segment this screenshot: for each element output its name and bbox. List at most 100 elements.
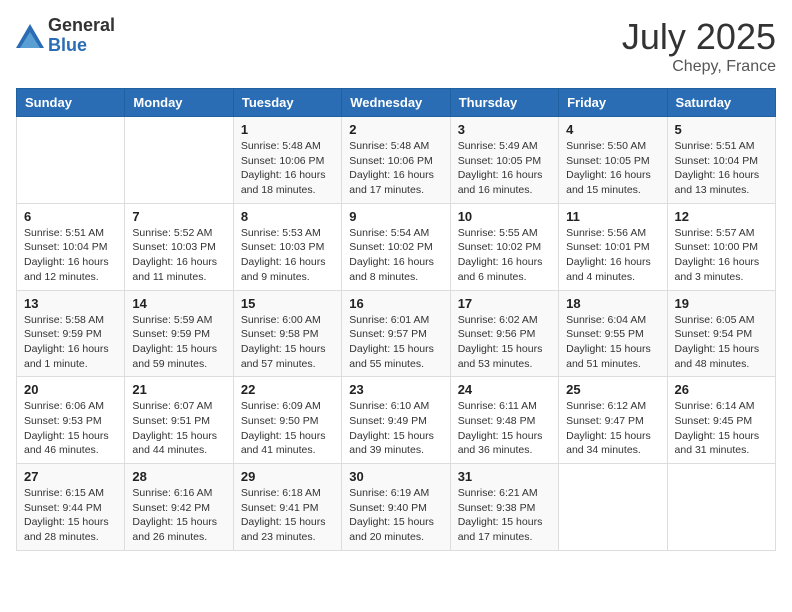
day-detail: Sunrise: 5:55 AM Sunset: 10:02 PM Daylig… [458,226,551,285]
day-number: 14 [132,296,225,311]
day-cell: 7 Sunrise: 5:52 AM Sunset: 10:03 PM Dayli… [125,203,233,290]
day-cell [17,117,125,204]
day-cell: 29 Sunrise: 6:18 AM Sunset: 9:41 PM Dayli… [233,464,341,551]
week-row-4: 20 Sunrise: 6:06 AM Sunset: 9:53 PM Dayli… [17,377,776,464]
day-detail: Sunrise: 6:05 AM Sunset: 9:54 PM Dayligh… [675,313,768,372]
day-detail: Sunrise: 6:04 AM Sunset: 9:55 PM Dayligh… [566,313,659,372]
day-detail: Sunrise: 6:19 AM Sunset: 9:40 PM Dayligh… [349,486,442,545]
week-row-5: 27 Sunrise: 6:15 AM Sunset: 9:44 PM Dayli… [17,464,776,551]
header-cell-wednesday: Wednesday [342,89,450,117]
day-cell: 6 Sunrise: 5:51 AM Sunset: 10:04 PM Dayli… [17,203,125,290]
day-cell: 5Sunrise: 5:51 AM Sunset: 10:04 PM Dayli… [667,117,775,204]
day-number: 10 [458,209,551,224]
day-number: 27 [24,469,117,484]
day-cell: 22 Sunrise: 6:09 AM Sunset: 9:50 PM Dayli… [233,377,341,464]
day-cell: 30 Sunrise: 6:19 AM Sunset: 9:40 PM Dayli… [342,464,450,551]
day-cell: 16 Sunrise: 6:01 AM Sunset: 9:57 PM Dayli… [342,290,450,377]
day-number: 4 [566,122,659,137]
day-number: 3 [458,122,551,137]
day-detail: Sunrise: 6:21 AM Sunset: 9:38 PM Dayligh… [458,486,551,545]
logo-blue-text: Blue [48,36,115,56]
day-cell: 9 Sunrise: 5:54 AM Sunset: 10:02 PM Dayli… [342,203,450,290]
day-number: 31 [458,469,551,484]
logo-text: General Blue [48,16,115,56]
header-cell-sunday: Sunday [17,89,125,117]
day-cell: 24 Sunrise: 6:11 AM Sunset: 9:48 PM Dayli… [450,377,558,464]
day-detail: Sunrise: 6:00 AM Sunset: 9:58 PM Dayligh… [241,313,334,372]
day-detail: Sunrise: 5:57 AM Sunset: 10:00 PM Daylig… [675,226,768,285]
day-detail: Sunrise: 6:07 AM Sunset: 9:51 PM Dayligh… [132,399,225,458]
day-number: 17 [458,296,551,311]
day-cell: 14 Sunrise: 5:59 AM Sunset: 9:59 PM Dayli… [125,290,233,377]
day-number: 8 [241,209,334,224]
day-detail: Sunrise: 6:06 AM Sunset: 9:53 PM Dayligh… [24,399,117,458]
day-cell: 20 Sunrise: 6:06 AM Sunset: 9:53 PM Dayli… [17,377,125,464]
day-cell [125,117,233,204]
day-detail: Sunrise: 5:51 AM Sunset: 10:04 PM Daylig… [675,139,768,198]
day-cell: 25Sunrise: 6:12 AM Sunset: 9:47 PM Dayli… [559,377,667,464]
day-detail: Sunrise: 5:52 AM Sunset: 10:03 PM Daylig… [132,226,225,285]
header-cell-saturday: Saturday [667,89,775,117]
day-number: 26 [675,382,768,397]
day-number: 9 [349,209,442,224]
day-detail: Sunrise: 5:51 AM Sunset: 10:04 PM Daylig… [24,226,117,285]
day-number: 15 [241,296,334,311]
day-number: 12 [675,209,768,224]
day-number: 13 [24,296,117,311]
header-cell-thursday: Thursday [450,89,558,117]
day-number: 16 [349,296,442,311]
location: Chepy, France [622,58,776,76]
logo-general-text: General [48,16,115,36]
logo-icon [16,24,44,48]
logo: General Blue [16,16,115,56]
day-number: 25 [566,382,659,397]
day-number: 21 [132,382,225,397]
day-detail: Sunrise: 6:09 AM Sunset: 9:50 PM Dayligh… [241,399,334,458]
day-cell: 12 Sunrise: 5:57 AM Sunset: 10:00 PM Dayl… [667,203,775,290]
day-cell: 15 Sunrise: 6:00 AM Sunset: 9:58 PM Dayli… [233,290,341,377]
day-detail: Sunrise: 5:49 AM Sunset: 10:05 PM Daylig… [458,139,551,198]
day-detail: Sunrise: 5:54 AM Sunset: 10:02 PM Daylig… [349,226,442,285]
day-cell: 19Sunrise: 6:05 AM Sunset: 9:54 PM Dayli… [667,290,775,377]
day-number: 30 [349,469,442,484]
day-detail: Sunrise: 6:14 AM Sunset: 9:45 PM Dayligh… [675,399,768,458]
day-number: 29 [241,469,334,484]
day-cell: 26 Sunrise: 6:14 AM Sunset: 9:45 PM Dayli… [667,377,775,464]
day-cell: 21 Sunrise: 6:07 AM Sunset: 9:51 PM Dayli… [125,377,233,464]
day-cell [667,464,775,551]
day-number: 23 [349,382,442,397]
week-row-2: 6 Sunrise: 5:51 AM Sunset: 10:04 PM Dayli… [17,203,776,290]
day-number: 24 [458,382,551,397]
day-cell: 10 Sunrise: 5:55 AM Sunset: 10:02 PM Dayl… [450,203,558,290]
page-header: General Blue July 2025 Chepy, France [16,16,776,76]
day-detail: Sunrise: 5:48 AM Sunset: 10:06 PM Daylig… [349,139,442,198]
header-cell-tuesday: Tuesday [233,89,341,117]
day-detail: Sunrise: 6:11 AM Sunset: 9:48 PM Dayligh… [458,399,551,458]
day-number: 7 [132,209,225,224]
day-detail: Sunrise: 6:01 AM Sunset: 9:57 PM Dayligh… [349,313,442,372]
day-detail: Sunrise: 6:15 AM Sunset: 9:44 PM Dayligh… [24,486,117,545]
day-number: 28 [132,469,225,484]
month-title: July 2025 [622,16,776,58]
day-number: 6 [24,209,117,224]
day-number: 20 [24,382,117,397]
day-cell: 18Sunrise: 6:04 AM Sunset: 9:55 PM Dayli… [559,290,667,377]
day-detail: Sunrise: 6:10 AM Sunset: 9:49 PM Dayligh… [349,399,442,458]
day-detail: Sunrise: 6:02 AM Sunset: 9:56 PM Dayligh… [458,313,551,372]
calendar-table: SundayMondayTuesdayWednesdayThursdayFrid… [16,88,776,551]
day-detail: Sunrise: 5:59 AM Sunset: 9:59 PM Dayligh… [132,313,225,372]
day-cell [559,464,667,551]
header-row: SundayMondayTuesdayWednesdayThursdayFrid… [17,89,776,117]
day-number: 1 [241,122,334,137]
day-detail: Sunrise: 5:50 AM Sunset: 10:05 PM Daylig… [566,139,659,198]
day-detail: Sunrise: 5:58 AM Sunset: 9:59 PM Dayligh… [24,313,117,372]
day-detail: Sunrise: 6:18 AM Sunset: 9:41 PM Dayligh… [241,486,334,545]
week-row-1: 1 Sunrise: 5:48 AM Sunset: 10:06 PM Dayli… [17,117,776,204]
day-cell: 11Sunrise: 5:56 AM Sunset: 10:01 PM Dayl… [559,203,667,290]
day-detail: Sunrise: 5:56 AM Sunset: 10:01 PM Daylig… [566,226,659,285]
day-cell: 2Sunrise: 5:48 AM Sunset: 10:06 PM Dayli… [342,117,450,204]
day-cell: 3 Sunrise: 5:49 AM Sunset: 10:05 PM Dayli… [450,117,558,204]
day-cell: 27 Sunrise: 6:15 AM Sunset: 9:44 PM Dayli… [17,464,125,551]
day-number: 22 [241,382,334,397]
day-detail: Sunrise: 5:48 AM Sunset: 10:06 PM Daylig… [241,139,334,198]
